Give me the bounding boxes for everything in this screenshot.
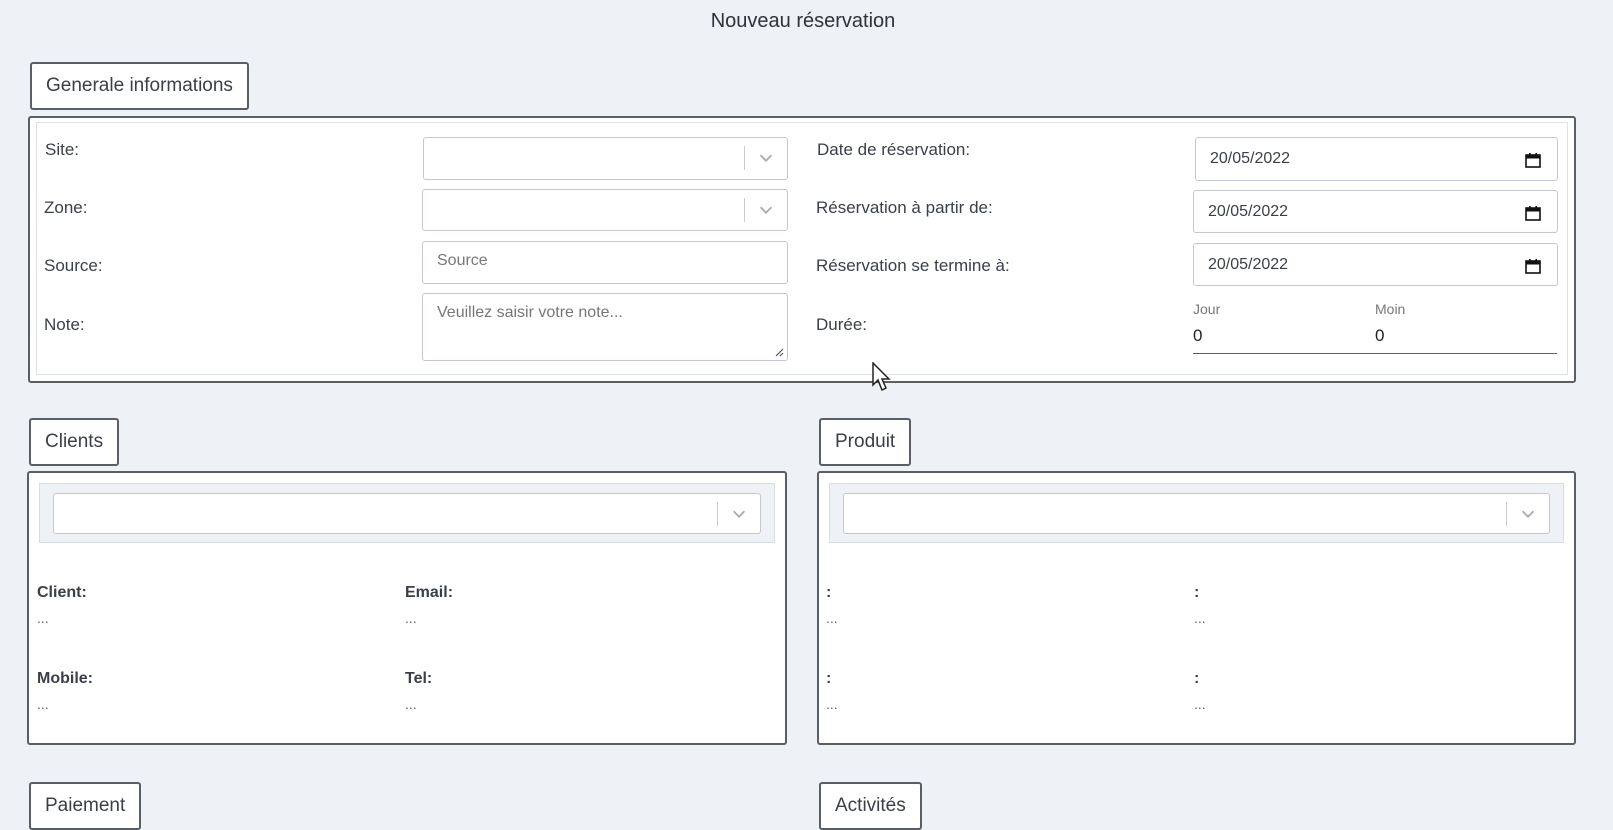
produit-field-3-label: :: [826, 670, 832, 687]
email-value: ...: [405, 610, 417, 626]
note-label: Note:: [44, 315, 85, 334]
site-label: Site:: [45, 140, 80, 159]
month-input[interactable]: 0: [1375, 326, 1384, 346]
note-textarea[interactable]: Veuillez saisir votre note...: [422, 293, 788, 361]
produit-select[interactable]: [843, 493, 1550, 534]
produit-field-4-label: :: [1194, 670, 1200, 687]
calendar-icon[interactable]: [1525, 258, 1541, 274]
date-value: 20/05/2022: [1210, 150, 1291, 167]
source-label: Source:: [44, 256, 103, 275]
paiement-legend: Paiement: [29, 782, 142, 830]
calendar-icon[interactable]: [1525, 152, 1541, 168]
from-date-input[interactable]: 20/05/2022: [1193, 190, 1558, 233]
note-placeholder: Veuillez saisir votre note...: [437, 304, 623, 321]
activites-legend: Activités: [819, 782, 922, 830]
client-value: ...: [37, 610, 49, 626]
source-input[interactable]: Source: [422, 241, 788, 284]
from-date-value: 20/05/2022: [1208, 203, 1289, 220]
produit-field-1-label: :: [826, 584, 832, 601]
email-label: Email:: [405, 584, 454, 601]
clients-select-wrap: [39, 483, 775, 543]
produit-field-2-label: :: [1194, 584, 1200, 601]
date-input[interactable]: 20/05/2022: [1195, 137, 1558, 181]
duration-label: Durée:: [816, 315, 868, 334]
zone-label: Zone:: [44, 198, 88, 217]
month-label: Moin: [1375, 301, 1406, 317]
client-select[interactable]: [53, 493, 761, 534]
to-date-value: 20/05/2022: [1208, 256, 1289, 273]
mobile-label: Mobile:: [37, 670, 93, 687]
produit-legend: Produit: [819, 418, 912, 466]
tel-value: ...: [405, 696, 417, 712]
to-label: Réservation se termine à:: [816, 256, 1010, 275]
from-label: Réservation à partir de:: [816, 198, 993, 217]
produit-field-4-value: ...: [1194, 696, 1206, 712]
tel-label: Tel:: [405, 670, 433, 687]
chevron-down-icon: [1521, 510, 1535, 518]
zone-select[interactable]: [422, 189, 788, 231]
to-date-input[interactable]: 20/05/2022: [1193, 243, 1558, 286]
day-label: Jour: [1193, 301, 1221, 317]
day-input[interactable]: 0: [1193, 326, 1202, 346]
resize-handle-icon[interactable]: [774, 347, 784, 357]
chevron-down-icon: [759, 206, 773, 214]
date-label: Date de réservation:: [817, 140, 971, 159]
mouse-pointer-icon: [872, 362, 891, 392]
mobile-value: ...: [37, 696, 49, 712]
page-title: Nouveau réservation: [710, 10, 896, 32]
general-legend: Generale informations: [30, 62, 249, 110]
client-label: Client:: [37, 584, 87, 601]
produit-select-wrap: [829, 483, 1564, 543]
chevron-down-icon: [759, 154, 773, 162]
duration-underline: [1193, 353, 1557, 354]
produit-field-3-value: ...: [826, 696, 838, 712]
clients-legend: Clients: [29, 418, 120, 466]
calendar-icon[interactable]: [1525, 205, 1541, 221]
chevron-down-icon: [732, 510, 746, 518]
produit-field-1-value: ...: [826, 610, 838, 626]
site-select[interactable]: [423, 137, 788, 180]
produit-field-2-value: ...: [1194, 610, 1206, 626]
